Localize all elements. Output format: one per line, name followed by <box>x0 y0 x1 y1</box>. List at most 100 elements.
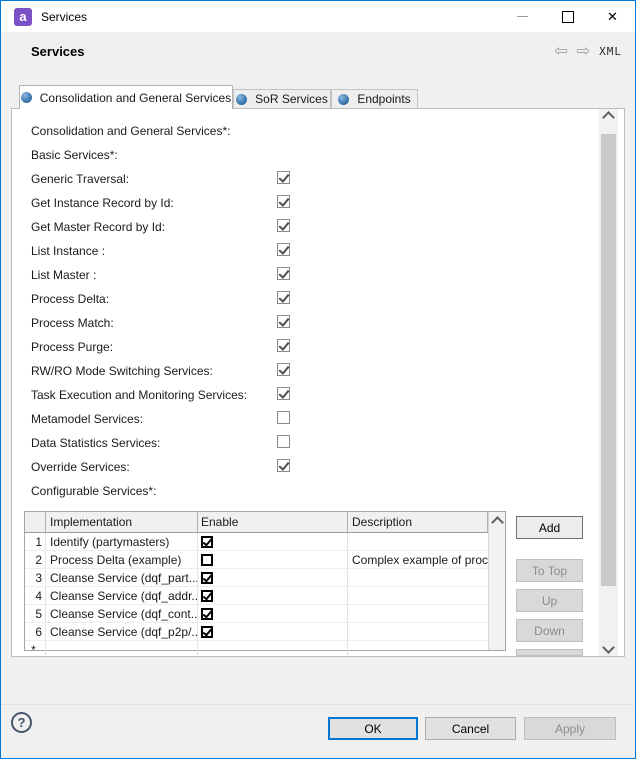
enable-cell <box>198 641 348 656</box>
form-row-label: Process Match: <box>31 316 114 330</box>
ok-button[interactable]: OK <box>328 717 418 740</box>
help-icon[interactable]: ? <box>11 712 32 733</box>
tab-sphere-icon <box>21 92 32 103</box>
xml-view-button[interactable]: XML <box>599 45 622 58</box>
up-button[interactable]: Up <box>516 589 583 612</box>
form-row: List Master : <box>12 264 572 288</box>
row-number-cell: 3 <box>25 569 46 586</box>
form-row-label: Process Delta: <box>31 292 109 306</box>
add-button-label: Add <box>539 521 560 535</box>
check-mark-icon <box>203 536 213 546</box>
panel-scrollbar[interactable] <box>599 109 618 656</box>
check-mark-icon <box>278 387 289 399</box>
checkbox[interactable] <box>277 459 290 472</box>
enable-cell <box>198 587 348 604</box>
scroll-up-icon <box>602 111 615 124</box>
form-row-label: Get Master Record by Id: <box>31 220 165 234</box>
table-row[interactable]: 1Identify (partymasters) <box>25 533 488 551</box>
checkbox[interactable] <box>277 339 290 352</box>
checkbox[interactable] <box>277 363 290 376</box>
enable-checkbox[interactable] <box>201 536 213 548</box>
tab-endpoints[interactable]: Endpoints <box>331 89 418 108</box>
tab-sor-services[interactable]: SoR Services <box>233 89 331 108</box>
check-mark-icon <box>278 363 289 375</box>
form-row: Get Master Record by Id: <box>12 216 572 240</box>
minimize-button[interactable] <box>500 2 545 32</box>
checkbox[interactable] <box>277 387 290 400</box>
scroll-up-icon <box>491 516 504 529</box>
app-icon: a <box>14 8 32 26</box>
checkbox[interactable] <box>277 195 290 208</box>
tab-consolidation-and-general-services[interactable]: Consolidation and General Services <box>19 85 233 109</box>
enable-checkbox[interactable] <box>201 554 213 566</box>
add-button[interactable]: Add <box>516 516 583 539</box>
form-row: Configurable Services*: <box>12 480 572 504</box>
to-top-button[interactable]: To Top <box>516 559 583 582</box>
down-button[interactable]: Down <box>516 619 583 642</box>
checkbox[interactable] <box>277 171 290 184</box>
implementation-cell: Process Delta (example) <box>46 551 198 568</box>
table-row[interactable]: 6Cleanse Service (dqf_p2p/... <box>25 623 488 641</box>
implementation-cell: Cleanse Service (dqf_p2p/... <box>46 623 198 640</box>
checkbox[interactable] <box>277 411 290 424</box>
table-row[interactable]: 5Cleanse Service (dqf_cont... <box>25 605 488 623</box>
form-row: Process Purge: <box>12 336 572 360</box>
enable-checkbox[interactable] <box>201 590 213 602</box>
form-row-label: List Instance : <box>31 244 105 258</box>
scrollbar-down-button[interactable] <box>599 639 618 656</box>
check-mark-icon <box>203 572 213 582</box>
tab-sphere-icon <box>236 94 247 105</box>
col-header-implementation[interactable]: Implementation <box>46 512 198 532</box>
forward-arrow-icon[interactable]: ⇨ <box>577 44 590 60</box>
footer-separator <box>2 704 634 705</box>
cancel-button[interactable]: Cancel <box>425 717 516 740</box>
scrollbar-thumb[interactable] <box>601 134 616 586</box>
enable-cell <box>198 533 348 550</box>
checkbox[interactable] <box>277 267 290 280</box>
checkbox[interactable] <box>277 219 290 232</box>
window-title: Services <box>41 10 87 24</box>
enable-checkbox[interactable] <box>201 572 213 584</box>
col-header-description[interactable]: Description <box>348 512 488 532</box>
scrollbar-up-button[interactable] <box>599 109 618 126</box>
table-placeholder-row[interactable]: * <box>25 641 488 656</box>
form-row-label: List Master : <box>31 268 96 282</box>
checkbox[interactable] <box>277 315 290 328</box>
tab-content-panel: Consolidation and General Services*:Basi… <box>11 108 625 657</box>
implementation-cell <box>46 641 198 656</box>
table-row[interactable]: 3Cleanse Service (dqf_part... <box>25 569 488 587</box>
enable-checkbox[interactable] <box>201 608 213 620</box>
row-number-cell: * <box>25 641 46 656</box>
checkbox[interactable] <box>277 243 290 256</box>
configurable-services-table: Implementation Enable Description 1Ident… <box>24 511 506 651</box>
apply-button[interactable]: Apply <box>524 717 616 740</box>
table-scrollbar[interactable] <box>488 512 505 650</box>
enable-checkbox[interactable] <box>201 626 213 638</box>
back-arrow-icon[interactable]: ⇦ <box>554 44 567 60</box>
tab-label: Consolidation and General Services <box>40 91 231 105</box>
col-header-enable[interactable]: Enable <box>198 512 348 532</box>
form-row-label: Consolidation and General Services*: <box>31 124 230 138</box>
description-cell <box>348 533 488 550</box>
form-row: Data Statistics Services: <box>12 432 572 456</box>
maximize-button[interactable] <box>545 2 590 32</box>
partially-hidden-button[interactable] <box>516 649 583 656</box>
checkbox[interactable] <box>277 291 290 304</box>
description-cell: Complex example of proce.. <box>348 551 488 568</box>
checkbox[interactable] <box>277 435 290 448</box>
form-row-label: Override Services: <box>31 460 130 474</box>
implementation-cell: Identify (partymasters) <box>46 533 198 550</box>
maximize-icon <box>562 11 574 23</box>
description-cell <box>348 641 488 656</box>
close-button[interactable]: ✕ <box>590 2 635 32</box>
description-cell <box>348 569 488 586</box>
table-row[interactable]: 2Process Delta (example)Complex example … <box>25 551 488 569</box>
form-row: Process Match: <box>12 312 572 336</box>
form-row: Consolidation and General Services*: <box>12 120 572 144</box>
form-row-label: Configurable Services*: <box>31 484 156 498</box>
dialog-header: Services ⇦ ⇨ XML <box>2 32 634 71</box>
to-top-button-label: To Top <box>532 564 567 578</box>
form-row: Metamodel Services: <box>12 408 572 432</box>
form-row-label: Task Execution and Monitoring Services: <box>31 388 247 402</box>
table-row[interactable]: 4Cleanse Service (dqf_addr... <box>25 587 488 605</box>
